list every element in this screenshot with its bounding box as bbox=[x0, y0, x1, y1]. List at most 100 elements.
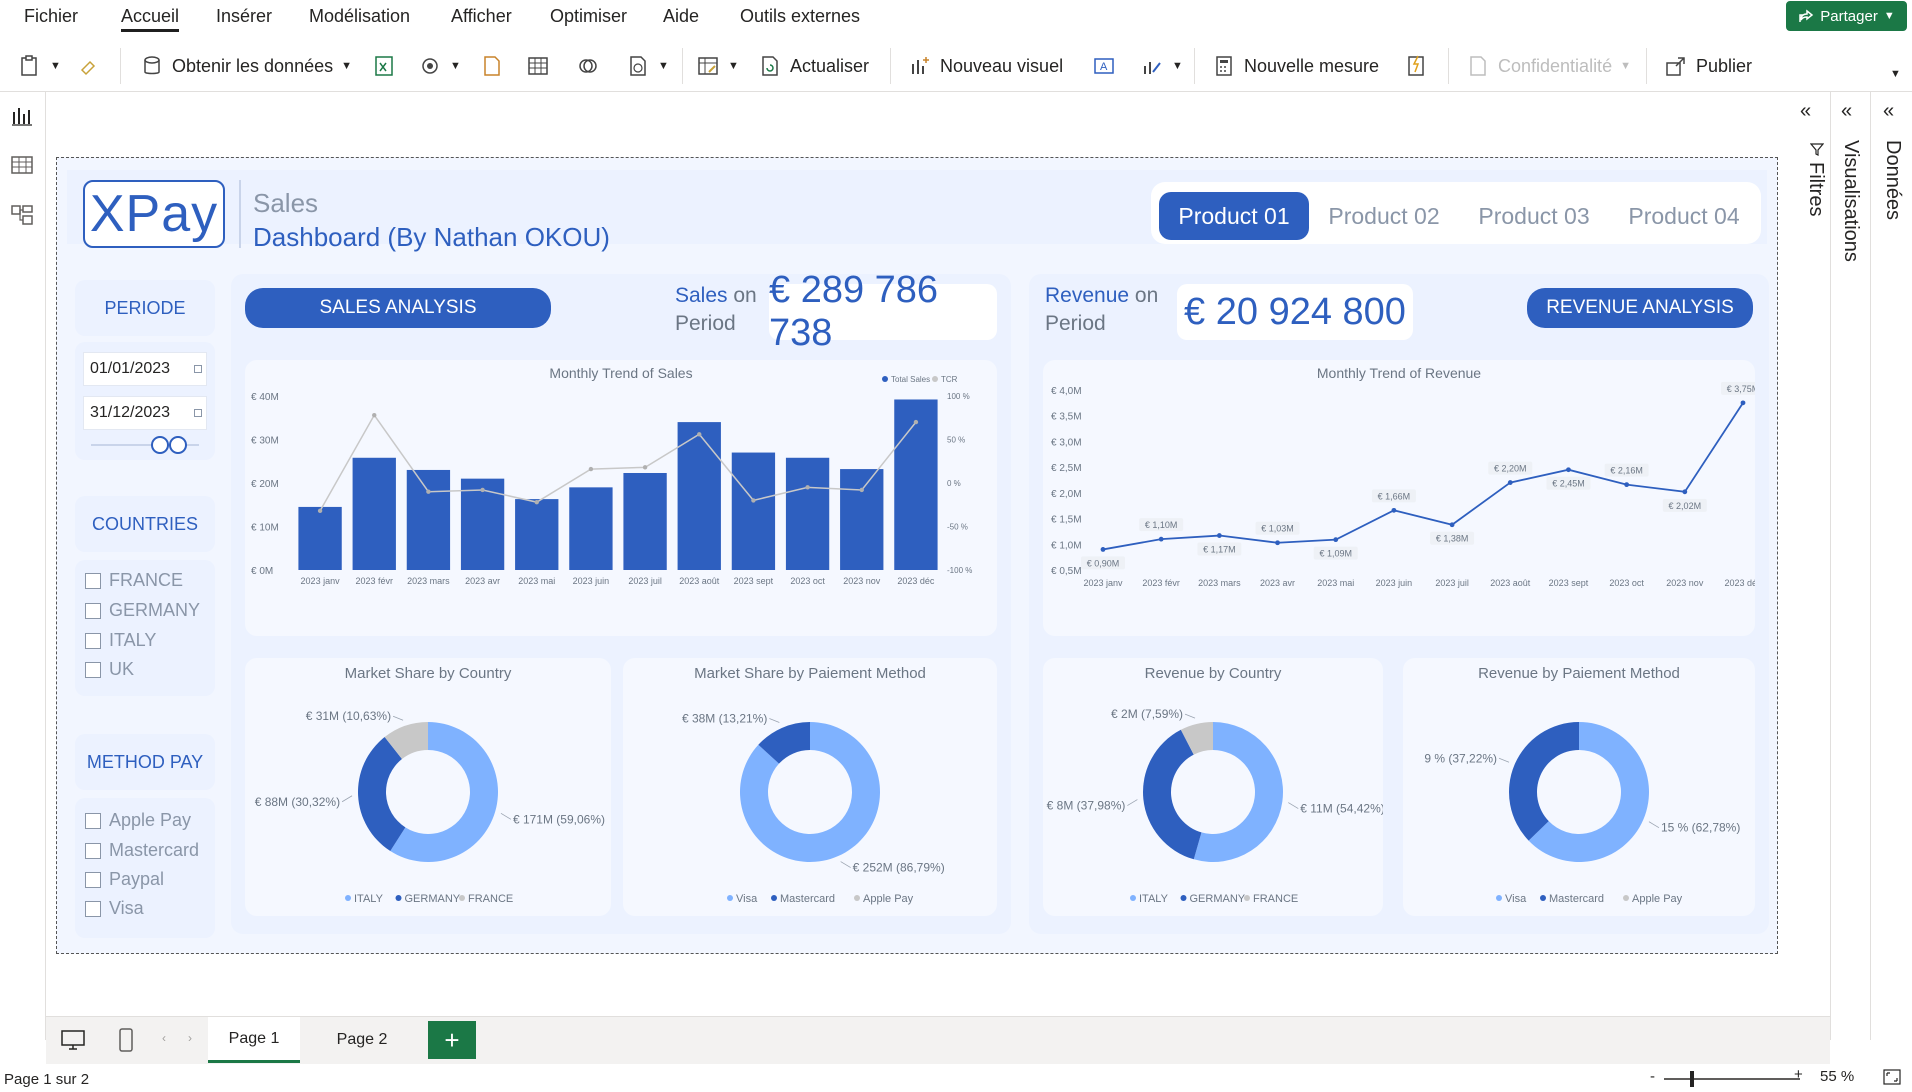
share-button[interactable]: Partager ▼ bbox=[1786, 1, 1907, 31]
date-slider-end-handle[interactable] bbox=[169, 436, 187, 454]
country-checkbox-italy[interactable]: ITALY bbox=[85, 630, 156, 651]
product-03-button[interactable]: Product 03 bbox=[1459, 192, 1609, 240]
datahub-button[interactable]: ▼ bbox=[418, 50, 461, 82]
refresh-button[interactable]: Actualiser bbox=[758, 50, 869, 82]
publish-button[interactable]: Publier bbox=[1664, 50, 1752, 82]
x-tick-label: 2023 mai bbox=[1317, 578, 1354, 588]
filters-pane-label[interactable]: Filtres bbox=[1804, 162, 1827, 216]
next-page-icon[interactable]: › bbox=[188, 1031, 192, 1045]
country-checkbox-france[interactable]: FRANCE bbox=[85, 570, 183, 591]
text-box-button[interactable]: A bbox=[1092, 50, 1116, 82]
country-label: ITALY bbox=[109, 630, 157, 650]
data-pane-label[interactable]: Données bbox=[1881, 140, 1904, 220]
fit-to-page-icon[interactable] bbox=[1882, 1068, 1902, 1086]
countries-filter-title: COUNTRIES bbox=[75, 496, 215, 552]
sales-analysis-button[interactable]: SALES ANALYSIS bbox=[245, 288, 551, 328]
get-data-button[interactable]: Obtenir les données ▼ bbox=[140, 50, 352, 82]
data-label: € 1,38M bbox=[1436, 534, 1469, 544]
sql-button[interactable] bbox=[480, 50, 504, 82]
date-slider-start-handle[interactable] bbox=[151, 436, 169, 454]
sales-bar bbox=[460, 478, 505, 570]
paste-button[interactable]: ▼ bbox=[18, 50, 61, 82]
enter-data-button[interactable] bbox=[526, 50, 550, 82]
checkbox[interactable] bbox=[85, 602, 101, 619]
checkbox[interactable] bbox=[85, 900, 101, 917]
collapse-filters-icon[interactable]: « bbox=[1800, 100, 1811, 123]
expand-visualizations-icon[interactable]: « bbox=[1841, 100, 1852, 123]
legend-marker bbox=[459, 895, 465, 901]
method-checkbox-apple-pay[interactable]: Apple Pay bbox=[85, 810, 191, 831]
checkbox[interactable] bbox=[85, 632, 101, 649]
menu-modelisation[interactable]: Modélisation bbox=[309, 6, 410, 27]
monthly-sales-chart: Monthly Trend of Sales Total Sales TCR € 40… bbox=[251, 365, 972, 586]
expand-data-icon[interactable]: « bbox=[1883, 100, 1894, 123]
zoom-slider-track[interactable] bbox=[1664, 1078, 1800, 1080]
recent-sources-button[interactable]: ▼ bbox=[626, 50, 669, 82]
prev-page-icon[interactable]: ‹ bbox=[162, 1031, 166, 1045]
dataverse-button[interactable] bbox=[576, 50, 600, 82]
more-visuals-button[interactable]: ▼ bbox=[1140, 50, 1183, 82]
method-checkbox-mastercard[interactable]: Mastercard bbox=[85, 840, 199, 861]
country-checkbox-uk[interactable]: UK bbox=[85, 659, 134, 680]
zoom-out-icon[interactable]: - bbox=[1650, 1068, 1655, 1085]
x-tick-label: 2023 juil bbox=[628, 576, 662, 586]
zoom-slider-thumb[interactable] bbox=[1690, 1071, 1694, 1087]
visualizations-pane-label[interactable]: Visualisations bbox=[1839, 140, 1862, 262]
revenue-analysis-button[interactable]: REVENUE ANALYSIS bbox=[1527, 288, 1753, 328]
product-02-button[interactable]: Product 02 bbox=[1309, 192, 1459, 240]
view-rail bbox=[0, 92, 46, 1040]
y-tick-label: € 1,0M bbox=[1051, 540, 1082, 551]
brush-icon bbox=[80, 60, 96, 76]
excel-button[interactable] bbox=[372, 50, 396, 82]
revenue-kpi-label-on: on bbox=[1134, 284, 1159, 307]
model-view-icon[interactable] bbox=[10, 204, 34, 226]
checkbox[interactable] bbox=[85, 812, 101, 829]
method-checkbox-visa[interactable]: Visa bbox=[85, 898, 144, 919]
revenue-country-card[interactable]: Revenue by Country € 11M (54,42%) € 8M (37… bbox=[1043, 658, 1385, 916]
revenue-method-card[interactable]: Revenue by Paiement Method 15 % (62,78%) 9… bbox=[1403, 658, 1755, 916]
checkbox[interactable] bbox=[85, 572, 101, 589]
sensitivity-button[interactable]: Confidentialité ▼ bbox=[1466, 50, 1631, 82]
product-04-button[interactable]: Product 04 bbox=[1609, 192, 1759, 240]
report-view-icon[interactable] bbox=[10, 104, 34, 126]
add-page-button[interactable]: + bbox=[428, 1021, 476, 1059]
checkbox[interactable] bbox=[85, 842, 101, 859]
legend-label: Apple Pay bbox=[863, 893, 914, 905]
mobile-layout-icon[interactable] bbox=[118, 1027, 134, 1053]
menu-outils-externes[interactable]: Outils externes bbox=[740, 6, 860, 27]
desktop-layout-icon[interactable] bbox=[60, 1029, 86, 1051]
transform-data-button[interactable]: ▼ bbox=[696, 50, 739, 82]
menu-fichier[interactable]: Fichier bbox=[24, 6, 78, 27]
x-tick-label: 2023 janv bbox=[1083, 578, 1123, 588]
zoom-in-icon[interactable]: + bbox=[1794, 1066, 1803, 1083]
revenue-point bbox=[1449, 522, 1455, 528]
market-share-method-card[interactable]: Market Share by Paiement Method € 252M (8… bbox=[623, 658, 997, 916]
monthly-sales-card[interactable]: Monthly Trend of Sales Total Sales TCR € 40… bbox=[245, 360, 997, 636]
start-date-input[interactable]: 01/01/2023 bbox=[83, 352, 207, 386]
text-box-icon: A bbox=[1094, 58, 1114, 74]
start-date-value: 01/01/2023 bbox=[90, 360, 171, 377]
new-measure-button[interactable]: Nouvelle mesure bbox=[1212, 50, 1379, 82]
new-visual-icon bbox=[912, 57, 929, 74]
monthly-revenue-card[interactable]: Monthly Trend of Revenue € 4,0M € 3,5M € 3,… bbox=[1043, 360, 1765, 636]
quick-measure-button[interactable] bbox=[1404, 50, 1428, 82]
menu-optimiser[interactable]: Optimiser bbox=[550, 6, 627, 27]
country-checkbox-germany[interactable]: GERMANY bbox=[85, 600, 200, 621]
revenue-kpi-label: Revenue on Period bbox=[1045, 282, 1158, 338]
tab-page-2[interactable]: Page 2 bbox=[302, 1017, 422, 1063]
method-checkbox-paypal[interactable]: Paypal bbox=[85, 869, 164, 890]
checkbox[interactable] bbox=[85, 871, 101, 888]
format-painter-button[interactable] bbox=[78, 50, 102, 82]
menu-accueil[interactable]: Accueil bbox=[121, 6, 180, 32]
tab-page-1[interactable]: Page 1 bbox=[208, 1017, 300, 1063]
market-share-country-card[interactable]: Market Share by Country € 171M (59,06%) € … bbox=[245, 658, 611, 916]
new-visual-button[interactable]: Nouveau visuel bbox=[908, 50, 1063, 82]
checkbox[interactable] bbox=[85, 661, 101, 678]
menu-afficher[interactable]: Afficher bbox=[451, 6, 512, 27]
menu-aide[interactable]: Aide bbox=[663, 6, 699, 27]
end-date-input[interactable]: 31/12/2023 bbox=[83, 396, 207, 430]
table-view-icon[interactable] bbox=[10, 154, 34, 176]
ribbon-collapse-icon[interactable]: ▼ bbox=[1890, 68, 1901, 80]
menu-inserer[interactable]: Insérer bbox=[216, 6, 272, 27]
product-01-button[interactable]: Product 01 bbox=[1159, 192, 1309, 240]
